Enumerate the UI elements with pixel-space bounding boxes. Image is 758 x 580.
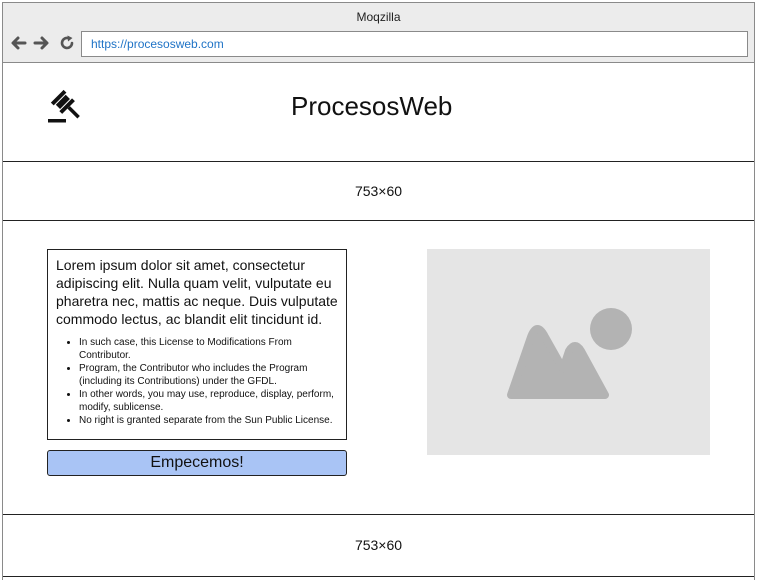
browser-toolbar: Moqzilla https://procesosweb.com	[3, 3, 754, 63]
intro-paragraph: Lorem ipsum dolor sit amet, consectetur …	[56, 257, 338, 327]
footer-size-label: 753×60	[354, 537, 403, 553]
image-placeholder-icon	[507, 308, 632, 399]
window-title: Moqzilla	[356, 10, 401, 24]
main-content: Lorem ipsum dolor sit amet, consectetur …	[3, 221, 754, 515]
arrow-right-icon[interactable]	[33, 34, 51, 52]
arrow-left-icon[interactable]	[9, 34, 27, 52]
site-header: ProcesosWeb	[3, 63, 754, 162]
text-panel: Lorem ipsum dolor sit amet, consectetur …	[47, 249, 347, 440]
list-item: In other words, you may use, reproduce, …	[79, 388, 338, 414]
url-bar[interactable]: https://procesosweb.com	[81, 31, 748, 57]
gavel-icon	[48, 89, 80, 123]
banner-placeholder: 753×60	[3, 162, 754, 221]
list-item: No right is granted separate from the Su…	[79, 414, 338, 427]
list-item: In such case, this License to Modificati…	[79, 336, 338, 362]
bullet-list: In such case, this License to Modificati…	[56, 336, 338, 427]
image-placeholder	[427, 249, 710, 455]
footer-placeholder: 753×60	[3, 515, 754, 577]
reload-icon[interactable]	[58, 34, 76, 52]
banner-size-label: 753×60	[354, 183, 403, 199]
site-title: ProcesosWeb	[291, 91, 453, 121]
start-button[interactable]: Empecemos!	[47, 450, 347, 476]
list-item: Program, the Contributor who includes th…	[79, 362, 338, 388]
browser-window: Moqzilla https://procesosweb.com Proceso…	[2, 2, 755, 580]
